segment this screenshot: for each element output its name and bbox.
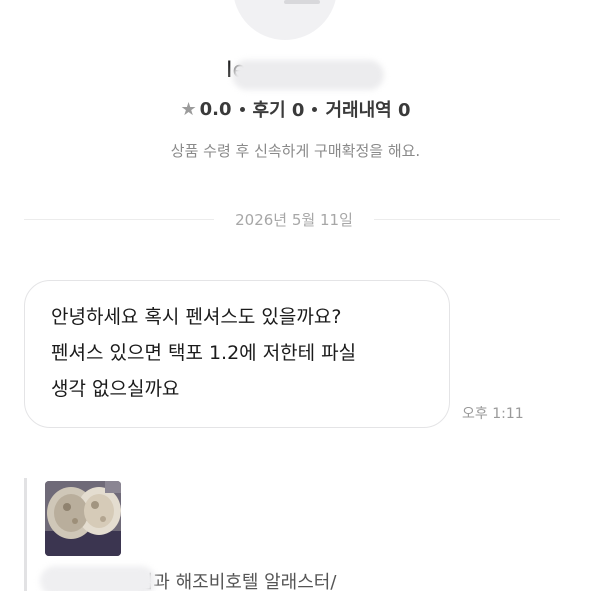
avatar-placeholder-icon [284, 0, 320, 4]
quoted-name-redaction [40, 566, 156, 591]
date-divider-line [24, 219, 214, 220]
date-divider: 2026년 5월 11일 [235, 211, 353, 229]
quote-bar [24, 478, 27, 591]
seller-stats: ★ 0.0 후기 0 거래내역 0 [0, 96, 591, 122]
transactions-count[interactable]: 거래내역 0 [325, 96, 410, 122]
purchase-notice: 상품 수령 후 신속하게 구매확정을 해요. [170, 142, 421, 160]
avatar[interactable] [233, 0, 337, 40]
product-photo [45, 481, 121, 556]
separator-dot [239, 106, 245, 112]
nickname-redaction [232, 60, 384, 90]
message-line: 펜셔스 있으면 택포 1.2에 저한테 파실 [51, 342, 357, 364]
product-thumbnail[interactable] [45, 481, 121, 556]
message-time: 오후 1:11 [462, 406, 524, 422]
date-divider-line [374, 219, 560, 220]
message-line: 생각 없으실까요 [51, 378, 180, 400]
reviews-count[interactable]: 후기 0 [253, 96, 305, 122]
chat-screen: Ie ★ 0.0 후기 0 거래내역 0 상품 수령 후 신속하게 구매확정을 … [0, 0, 591, 591]
rating-value: 0.0 [199, 98, 232, 120]
message-bubble[interactable]: 안녕하세요 혹시 펜셔스도 있을까요? 펜셔스 있으면 택포 1.2에 저한테 … [24, 280, 450, 428]
star-icon: ★ [180, 98, 197, 120]
message-line: 안녕하세요 혹시 펜셔스도 있을까요? [51, 306, 342, 328]
separator-dot [312, 106, 318, 112]
